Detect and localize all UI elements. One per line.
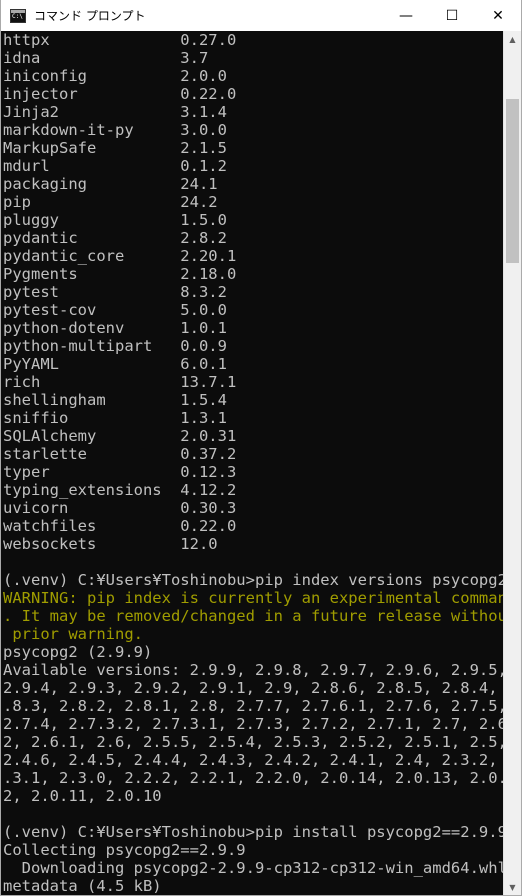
minimize-button[interactable]: — <box>383 0 429 31</box>
terminal-line: Collecting psycopg2==2.9.9 <box>3 841 246 859</box>
terminal-line: pydantic 2.8.2 <box>3 229 227 247</box>
terminal-line: pytest-cov 5.0.0 <box>3 301 227 319</box>
title-bar[interactable]: C:\ コマンド プロンプト — ☐ ✕ <box>1 0 521 31</box>
terminal-line: 2.4.6, 2.4.5, 2.4.4, 2.4.3, 2.4.2, 2.4.1… <box>3 751 503 769</box>
terminal-line: Jinja2 3.1.4 <box>3 103 227 121</box>
terminal-line: starlette 0.37.2 <box>3 445 237 463</box>
command-prompt-icon-text: C:\ <box>12 12 23 20</box>
terminal-line: uvicorn 0.30.3 <box>3 499 237 517</box>
triangle-down-icon: ▼ <box>509 883 516 892</box>
terminal-line: pydantic_core 2.20.1 <box>3 247 237 265</box>
window-controls: — ☐ ✕ <box>383 0 521 31</box>
command-prompt-icon[interactable]: C:\ <box>10 8 26 23</box>
terminal-line: websockets 12.0 <box>3 535 218 553</box>
terminal-line: SQLAlchemy 2.0.31 <box>3 427 237 445</box>
terminal-line: pip 24.2 <box>3 193 218 211</box>
terminal-line: idna 3.7 <box>3 49 209 67</box>
terminal-line: 2.9.4, 2.9.3, 2.9.2, 2.9.1, 2.9, 2.8.6, … <box>3 679 503 697</box>
window-title: コマンド プロンプト <box>34 9 146 23</box>
maximize-icon: ☐ <box>445 7 459 24</box>
terminal-line: .3.1, 2.3.0, 2.2.2, 2.2.1, 2.2.0, 2.0.14… <box>3 769 503 787</box>
maximize-button[interactable]: ☐ <box>429 0 475 31</box>
terminal-line: Downloading psycopg2-2.9.9-cp312-cp312-w… <box>3 859 503 877</box>
terminal-line: iniconfig 2.0.0 <box>3 67 227 85</box>
terminal-line: typing_extensions 4.12.2 <box>3 481 237 499</box>
terminal-lines: httpx 0.27.0 idna 3.7 iniconfig 2.0.0 injec… <box>1 31 503 895</box>
terminal-line: 2, 2.6.1, 2.6, 2.5.5, 2.5.4, 2.5.3, 2.5.… <box>3 733 503 751</box>
terminal-line: markdown-it-py 3.0.0 <box>3 121 227 139</box>
terminal-line: 2, 2.0.11, 2.0.10 <box>3 787 162 805</box>
terminal-warning-line: WARNING: pip index is currently an exper… <box>3 589 503 607</box>
terminal-line: shellingham 1.5.4 <box>3 391 227 409</box>
terminal-line: rich 13.7.1 <box>3 373 237 391</box>
terminal-line: PyYAML 6.0.1 <box>3 355 227 373</box>
terminal-line: metadata (4.5 kB) <box>3 877 162 895</box>
terminal-line: Pygments 2.18.0 <box>3 265 237 283</box>
triangle-up-icon: ▲ <box>509 35 516 44</box>
command-prompt-window: C:\ コマンド プロンプト — ☐ ✕ httpx 0.27.0 idna 3.… <box>0 0 522 896</box>
vertical-scrollbar[interactable]: ▲ ▼ <box>503 31 521 895</box>
terminal-line: sniffio 1.3.1 <box>3 409 227 427</box>
terminal-line: mdurl 0.1.2 <box>3 157 227 175</box>
close-icon: ✕ <box>492 7 504 24</box>
scroll-up-button[interactable]: ▲ <box>504 31 521 48</box>
terminal-line: packaging 24.1 <box>3 175 218 193</box>
terminal-line: python-multipart 0.0.9 <box>3 337 227 355</box>
terminal-line: typer 0.12.3 <box>3 463 237 481</box>
terminal-warning-line: prior warning. <box>3 625 143 643</box>
terminal-output[interactable]: httpx 0.27.0 idna 3.7 iniconfig 2.0.0 injec… <box>1 31 503 895</box>
terminal-line: python-dotenv 1.0.1 <box>3 319 227 337</box>
terminal-line: httpx 0.27.0 <box>3 31 237 49</box>
terminal-line: MarkupSafe 2.1.5 <box>3 139 227 157</box>
terminal-line: Available versions: 2.9.9, 2.9.8, 2.9.7,… <box>3 661 503 679</box>
scroll-thumb[interactable] <box>506 99 519 263</box>
minimize-icon: — <box>399 7 413 24</box>
terminal-line: (.venv) C:¥Users¥Toshinobu>pip index ver… <box>3 571 503 589</box>
terminal-line: watchfiles 0.22.0 <box>3 517 237 535</box>
terminal-line: pluggy 1.5.0 <box>3 211 227 229</box>
terminal-line: pytest 8.3.2 <box>3 283 227 301</box>
terminal-line: .8.3, 2.8.2, 2.8.1, 2.8, 2.7.7, 2.7.6.1,… <box>3 697 503 715</box>
terminal-warning-line: . It may be removed/changed in a future … <box>3 607 503 625</box>
terminal-line: injector 0.22.0 <box>3 85 237 103</box>
scroll-down-button[interactable]: ▼ <box>504 879 521 895</box>
terminal-line: (.venv) C:¥Users¥Toshinobu>pip install p… <box>3 823 503 841</box>
close-button[interactable]: ✕ <box>475 0 521 31</box>
terminal-line: psycopg2 (2.9.9) <box>3 643 153 661</box>
terminal-line: 2.7.4, 2.7.3.2, 2.7.3.1, 2.7.3, 2.7.2, 2… <box>3 715 503 733</box>
